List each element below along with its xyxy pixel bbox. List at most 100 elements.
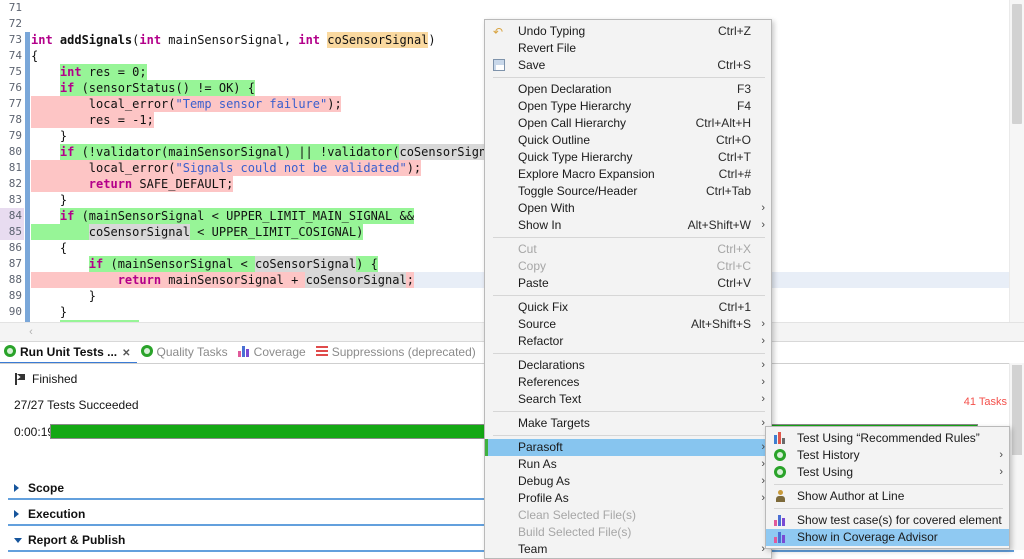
submenu-arrow-icon: ›	[999, 447, 1003, 464]
menu-item-test-history[interactable]: Test History›	[766, 447, 1009, 464]
menu-item-undo-typing[interactable]: ↶Undo TypingCtrl+Z	[485, 23, 771, 40]
menu-item-source[interactable]: SourceAlt+Shift+S›	[485, 316, 771, 333]
menu-item-parasoft[interactable]: Parasoft›	[485, 439, 771, 456]
tab-label: Coverage	[254, 345, 306, 359]
menu-item-label: Save	[518, 57, 545, 74]
menu-item-search-text[interactable]: Search Text›	[485, 391, 771, 408]
line-number: 84	[0, 208, 24, 224]
menu-item-save[interactable]: SaveCtrl+S	[485, 57, 771, 74]
menu-separator	[774, 508, 1003, 509]
chevron-right-icon[interactable]	[14, 510, 19, 518]
submenu-arrow-icon: ›	[761, 374, 765, 391]
scroll-left-arrow-icon[interactable]: ‹	[24, 325, 38, 339]
code-line[interactable]: 71	[0, 0, 1024, 16]
menu-item-shortcut: Ctrl+Tab	[706, 183, 751, 200]
parasoft-submenu[interactable]: Test Using “Recommended Rules”Test Histo…	[765, 426, 1010, 549]
menu-item-team[interactable]: Team›	[485, 541, 771, 558]
code-text: if (mainSensorSignal < coSensorSignal) {	[31, 256, 378, 272]
tab-suppressions-deprecated[interactable]: Suppressions (deprecated)	[312, 342, 482, 362]
line-number: 78	[0, 112, 24, 128]
menu-item-cut: CutCtrl+X	[485, 241, 771, 258]
menu-item-shortcut: Ctrl+X	[717, 241, 751, 258]
menu-item-show-in[interactable]: Show InAlt+Shift+W›	[485, 217, 771, 234]
change-bar	[25, 144, 30, 160]
menu-item-label: Undo Typing	[518, 23, 585, 40]
code-text: {	[31, 48, 38, 64]
line-number: 79	[0, 128, 24, 144]
menu-item-build-selected-file-s: Build Selected File(s)	[485, 524, 771, 541]
menu-item-label: References	[518, 374, 579, 391]
menu-item-open-call-hierarchy[interactable]: Open Call HierarchyCtrl+Alt+H	[485, 115, 771, 132]
chevron-right-icon[interactable]	[14, 484, 19, 492]
undo-icon: ↶	[493, 25, 507, 38]
menu-item-show-test-case-s-for-covered-element[interactable]: Show test case(s) for covered element	[766, 512, 1009, 529]
menu-separator	[493, 237, 765, 238]
suppressions-icon	[316, 345, 329, 358]
menu-item-references[interactable]: References ›	[485, 374, 771, 391]
menu-item-debug-as[interactable]: Debug As›	[485, 473, 771, 490]
menu-item-show-author-at-line[interactable]: Show Author at Line	[766, 488, 1009, 505]
chevron-down-icon[interactable]	[14, 538, 22, 543]
editor-context-menu[interactable]: ↶Undo TypingCtrl+ZRevert FileSaveCtrl+SO…	[484, 19, 772, 559]
menu-item-label: Run As	[518, 456, 557, 473]
change-bar	[25, 96, 30, 112]
menu-item-label: Show Author at Line	[797, 488, 904, 505]
menu-item-open-declaration[interactable]: Open DeclarationF3	[485, 81, 771, 98]
run-tests-icon	[4, 345, 17, 358]
menu-item-label: Copy	[518, 258, 546, 275]
change-bar	[25, 64, 30, 80]
code-text: int res = 0;	[31, 64, 147, 80]
test-history-icon	[774, 449, 788, 462]
change-bar	[25, 160, 30, 176]
code-text: }	[31, 304, 67, 320]
menu-item-label: Show In	[518, 217, 561, 234]
code-text: if (mainSensorSignal < UPPER_LIMIT_MAIN_…	[31, 208, 414, 224]
menu-item-declarations[interactable]: Declarations›	[485, 357, 771, 374]
menu-item-profile-as[interactable]: Profile As›	[485, 490, 771, 507]
tab-run-unit-tests[interactable]: Run Unit Tests ...✕	[0, 342, 137, 364]
run-status: Finished	[14, 372, 77, 386]
coverage-advisor-icon	[774, 531, 788, 544]
tab-label: Quality Tasks	[157, 345, 228, 359]
menu-item-run-as[interactable]: Run As›	[485, 456, 771, 473]
section-label: Scope	[28, 481, 64, 495]
menu-item-label: Quick Type Hierarchy	[518, 149, 633, 166]
menu-item-open-with[interactable]: Open With›	[485, 200, 771, 217]
menu-item-open-type-hierarchy[interactable]: Open Type HierarchyF4	[485, 98, 771, 115]
menu-item-shortcut: Alt+Shift+W	[688, 217, 751, 234]
tab-coverage[interactable]: Coverage	[234, 342, 312, 362]
editor-vertical-scrollbar-thumb[interactable]	[1012, 4, 1022, 124]
menu-item-revert-file[interactable]: Revert File	[485, 40, 771, 57]
menu-item-toggle-source-header[interactable]: Toggle Source/HeaderCtrl+Tab	[485, 183, 771, 200]
menu-item-quick-outline[interactable]: Quick OutlineCtrl+O	[485, 132, 771, 149]
line-number: 75	[0, 64, 24, 80]
menu-item-label: Refactor	[518, 333, 563, 350]
code-text: }	[31, 128, 67, 144]
menu-item-explore-macro-expansion[interactable]: Explore Macro ExpansionCtrl+#	[485, 166, 771, 183]
menu-item-label: Source	[518, 316, 556, 333]
tab-quality-tasks[interactable]: Quality Tasks	[137, 342, 234, 362]
change-bar	[25, 128, 30, 144]
menu-item-label: Open With	[518, 200, 575, 217]
menu-item-quick-fix[interactable]: Quick FixCtrl+1	[485, 299, 771, 316]
submenu-arrow-icon: ›	[761, 333, 765, 350]
editor-vertical-scrollbar[interactable]	[1009, 0, 1024, 322]
line-number: 83	[0, 192, 24, 208]
code-text: if (!validator(mainSensorSignal) || !val…	[31, 144, 530, 160]
menu-item-refactor[interactable]: Refactor ›	[485, 333, 771, 350]
bottom-vertical-scrollbar-thumb[interactable]	[1012, 365, 1022, 455]
bottom-vertical-scrollbar[interactable]	[1009, 363, 1024, 550]
change-bar	[25, 176, 30, 192]
menu-item-paste[interactable]: PasteCtrl+V	[485, 275, 771, 292]
change-bar	[25, 256, 30, 272]
tab-close-icon[interactable]: ✕	[122, 344, 130, 364]
change-bar	[25, 0, 30, 16]
change-bar	[25, 240, 30, 256]
menu-item-show-in-coverage-advisor[interactable]: Show in Coverage Advisor	[766, 529, 1009, 546]
menu-item-quick-type-hierarchy[interactable]: Quick Type HierarchyCtrl+T	[485, 149, 771, 166]
menu-item-test-using[interactable]: Test Using›	[766, 464, 1009, 481]
run-status-label: Finished	[32, 372, 77, 386]
menu-item-test-using-recommended-rules[interactable]: Test Using “Recommended Rules”	[766, 430, 1009, 447]
menu-item-make-targets[interactable]: Make Targets›	[485, 415, 771, 432]
menu-separator	[493, 411, 765, 412]
